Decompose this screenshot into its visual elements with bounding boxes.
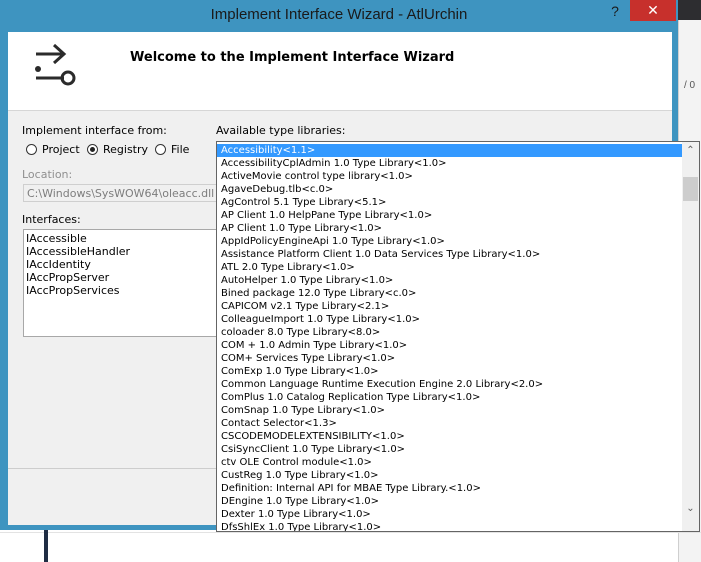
type-library-option[interactable]: coloader 8.0 Type Library<8.0> [217, 326, 683, 339]
type-library-option[interactable]: CAPICOM v2.1 Type Library<2.1> [217, 300, 683, 313]
type-library-option[interactable]: ComExp 1.0 Type Library<1.0> [217, 365, 683, 378]
header-title: Welcome to the Implement Interface Wizar… [130, 50, 455, 65]
type-library-option[interactable]: DEngine 1.0 Type Library<1.0> [217, 495, 683, 508]
type-library-option[interactable]: Definition: Internal API for MBAE Type L… [217, 482, 683, 495]
radio-file[interactable]: File [155, 143, 189, 156]
type-library-option[interactable]: ColleagueImport 1.0 Type Library<1.0> [217, 313, 683, 326]
help-button[interactable]: ? [602, 0, 628, 22]
type-library-option[interactable]: ComSnap 1.0 Type Library<1.0> [217, 404, 683, 417]
type-library-option[interactable]: ActiveMovie control type library<1.0> [217, 170, 683, 183]
radio-file-label: File [171, 143, 190, 156]
type-library-option[interactable]: CustReg 1.0 Type Library<1.0> [217, 469, 683, 482]
type-library-option[interactable]: ATL 2.0 Type Library<1.0> [217, 261, 683, 274]
interface-item[interactable]: IAccPropServer [26, 271, 220, 284]
background-dark-corner [676, 0, 701, 20]
type-library-option[interactable]: DfsShlEx 1.0 Type Library<1.0> [217, 521, 683, 531]
type-library-option[interactable]: Contact Selector<1.3> [217, 417, 683, 430]
type-library-option[interactable]: ComPlus 1.0 Catalog Replication Type Lib… [217, 391, 683, 404]
type-library-option[interactable]: ctv OLE Control module<1.0> [217, 456, 683, 469]
type-library-option[interactable]: AgControl 5.1 Type Library<5.1> [217, 196, 683, 209]
type-library-option[interactable]: AccessibilityCplAdmin 1.0 Type Library<1… [217, 157, 683, 170]
implement-from-label: Implement interface from: [22, 124, 167, 137]
interface-item[interactable]: IAccessibleHandler [26, 245, 220, 258]
type-library-option[interactable]: CSCODEMODELEXTENSIBILITY<1.0> [217, 430, 683, 443]
radio-project-label: Project [42, 143, 80, 156]
interface-item[interactable]: IAccIdentity [26, 258, 220, 271]
interface-item[interactable]: IAccessible [26, 232, 220, 245]
interface-item[interactable]: IAccPropServices [26, 284, 220, 297]
location-label: Location: [22, 168, 73, 181]
scroll-up-icon[interactable]: ⌃ [682, 142, 699, 159]
wizard-header: Welcome to the Implement Interface Wizar… [8, 32, 672, 111]
radio-registry-label: Registry [103, 143, 149, 156]
type-library-option[interactable]: AutoHelper 1.0 Type Library<1.0> [217, 274, 683, 287]
type-library-option[interactable]: COM+ Services Type Library<1.0> [217, 352, 683, 365]
type-library-option[interactable]: COM + 1.0 Admin Type Library<1.0> [217, 339, 683, 352]
radio-project-indicator[interactable] [26, 144, 37, 155]
type-libraries-label: Available type libraries: [216, 124, 346, 137]
window-title: Implement Interface Wizard - AtlUrchin [210, 6, 468, 23]
type-library-option[interactable]: Accessibility<1.1> [217, 144, 683, 157]
dropdown-scrollbar[interactable]: ⌃ ⌄ [682, 142, 699, 531]
background-text: / 0 [684, 80, 696, 91]
type-library-option[interactable]: AgaveDebug.tlb<c.0> [217, 183, 683, 196]
type-library-option[interactable]: Assistance Platform Client 1.0 Data Serv… [217, 248, 683, 261]
type-library-option[interactable]: Bined package 12.0 Type Library<c.0> [217, 287, 683, 300]
type-library-option[interactable]: AppIdPolicyEngineApi 1.0 Type Library<1.… [217, 235, 683, 248]
interfaces-label: Interfaces: [22, 213, 81, 226]
scroll-down-icon[interactable]: ⌄ [682, 500, 699, 517]
type-libraries-list[interactable]: Accessibility<1.1> AccessibilityCplAdmin … [217, 144, 683, 531]
scroll-thumb[interactable] [683, 177, 698, 201]
title-bar[interactable]: Implement Interface Wizard - AtlUrchin ?… [0, 0, 678, 32]
close-button[interactable]: ✕ [630, 0, 676, 21]
type-library-option[interactable]: Common Language Runtime Execution Engine… [217, 378, 683, 391]
radio-project[interactable]: Project [26, 143, 80, 156]
type-library-option[interactable]: AP Client 1.0 HelpPane Type Library<1.0> [217, 209, 683, 222]
type-libraries-dropdown[interactable]: Accessibility<1.1> AccessibilityCplAdmin … [216, 141, 700, 532]
type-library-option[interactable]: Dexter 1.0 Type Library<1.0> [217, 508, 683, 521]
type-library-option[interactable]: AP Client 1.0 Type Library<1.0> [217, 222, 683, 235]
wizard-arrow-icon [35, 43, 76, 86]
radio-registry[interactable]: Registry [87, 143, 148, 156]
interfaces-list[interactable]: IAccessible IAccessibleHandler IAccIdent… [23, 229, 223, 337]
background-rule [0, 532, 701, 533]
radio-registry-indicator[interactable] [87, 144, 98, 155]
type-library-option[interactable]: CsiSyncClient 1.0 Type Library<1.0> [217, 443, 683, 456]
radio-file-indicator[interactable] [155, 144, 166, 155]
